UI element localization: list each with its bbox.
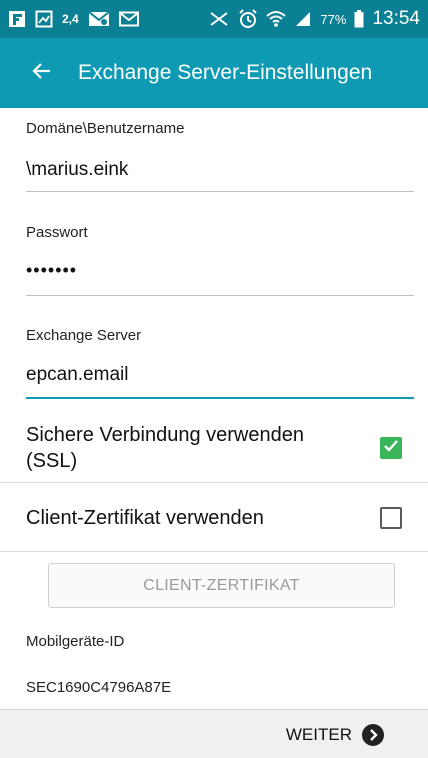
signal-icon [294,10,312,28]
network-speed-text: 2,4 [62,12,79,26]
status-bar: 2,4 77% 13:54 [0,0,428,38]
ssl-label: Sichere Verbindung verwenden (SSL) [26,424,304,472]
nfc-icon [208,10,230,28]
battery-icon [354,10,364,28]
clock: 13:54 [372,8,420,29]
server-input[interactable]: epcan.email [26,364,414,386]
back-button[interactable] [18,49,66,97]
page-title: Exchange Server-Einstellungen [78,61,373,84]
mail-icon [118,11,139,27]
next-button[interactable]: WEITER [286,710,384,758]
server-underline [26,397,414,399]
next-label: WEITER [285,724,352,744]
ssl-checkbox[interactable] [380,437,402,459]
server-field-group: Exchange Server epcan.email [26,314,414,404]
password-label: Passwort [26,224,88,241]
username-field-group: Domäne\Benutzername \marius.eink [26,108,414,198]
device-id-value: SEC1690C4796A87E [26,679,172,696]
arrow-left-icon [32,61,52,86]
client-cert-checkbox[interactable] [380,507,402,529]
gallery-icon [35,10,53,28]
username-label: Domäne\Benutzername [26,120,185,137]
username-input[interactable]: \marius.eink [26,159,414,181]
checkmark-icon [383,439,399,458]
client-cert-setting-row[interactable]: Client-Zertifikat verwenden [0,488,428,548]
username-underline [26,191,414,192]
wifi-icon [266,10,287,28]
alarm-icon [238,9,258,29]
client-certificate-button[interactable]: CLIENT-ZERTIFIKAT [48,563,395,608]
divider [0,551,428,552]
password-underline [26,295,414,296]
divider [0,482,428,483]
chevron-right-icon [362,723,384,746]
server-label: Exchange Server [26,327,142,344]
client-cert-label: Client-Zertifikat verwenden [26,507,264,529]
footer-bar: WEITER [0,709,428,758]
email-notification-icon [88,10,110,28]
device-id-label: Mobilgeräte-ID [26,633,125,650]
battery-percent: 77% [320,11,347,27]
password-input[interactable]: ••••••• [26,260,414,281]
app-bar: Exchange Server-Einstellungen [0,38,428,108]
flipboard-icon [8,10,26,28]
password-field-group: Passwort ••••••• [26,210,414,300]
ssl-setting-row[interactable]: Sichere Verbindung verwenden (SSL) [0,414,428,482]
